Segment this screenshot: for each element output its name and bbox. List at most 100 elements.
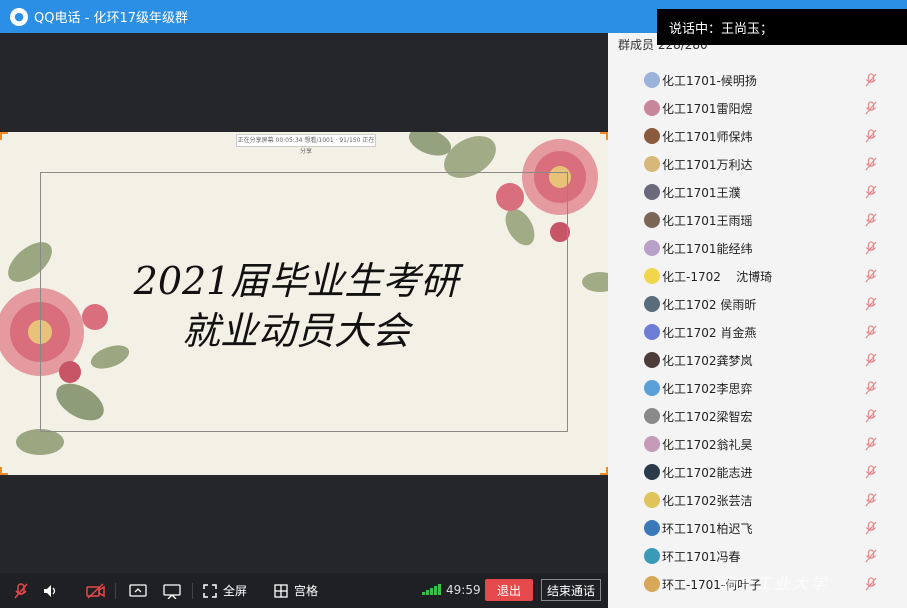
member-name: 环工1701柏迟飞: [662, 521, 753, 536]
member-row[interactable]: 环工1701柏迟飞: [644, 518, 884, 538]
toolbar-divider: [192, 583, 193, 599]
university-watermark: 南京工业大学: [720, 574, 829, 593]
avatar: [644, 240, 660, 256]
signal-strength-icon: [422, 583, 441, 595]
end-call-button[interactable]: 结束通话: [541, 579, 601, 601]
avatar: [644, 268, 660, 284]
corner-marker-tr: [600, 132, 608, 140]
muted-mic-icon: [865, 185, 877, 199]
member-name: 化工1702 侯雨昕: [662, 297, 757, 312]
member-row[interactable]: 化工1702 肖金燕: [644, 322, 884, 342]
member-row[interactable]: 化工1702 侯雨昕: [644, 294, 884, 314]
member-name: 化工1702能志进: [662, 465, 753, 480]
avatar: [644, 184, 660, 200]
muted-mic-icon: [865, 353, 877, 367]
grid-icon: [274, 583, 288, 598]
member-name: 化工1702龚梦岚: [662, 353, 753, 368]
grid-label: 宫格: [294, 584, 319, 598]
member-row[interactable]: 化工1702张芸洁: [644, 490, 884, 510]
member-name: 化工1702李思弈: [662, 381, 753, 396]
avatar: [644, 296, 660, 312]
muted-mic-icon: [865, 73, 877, 87]
group-name: 化环17级年级群: [93, 11, 188, 26]
member-row[interactable]: 化工1701万利达: [644, 154, 884, 174]
qq-call-window: ● QQ电话 - 化环17级年级群 说话中：王尚玉； 正在分享屏幕 00:05:…: [0, 0, 907, 608]
member-row[interactable]: 化工1701-候明扬: [644, 70, 884, 90]
muted-mic-icon: [865, 577, 877, 591]
corner-marker-tl: [0, 132, 8, 140]
muted-mic-icon: [865, 549, 877, 563]
member-row[interactable]: 化工1702翁礼昊: [644, 434, 884, 454]
toolbar-divider: [115, 583, 116, 599]
member-row[interactable]: 化工1702能志进: [644, 462, 884, 482]
muted-mic-icon: [865, 101, 877, 115]
member-row[interactable]: 化工1701能经纬: [644, 238, 884, 258]
avatar: [644, 436, 660, 452]
member-panel[interactable]: 群成员 228/280 化工1701-候明扬 化工1701雷阳煜 化工1701师保炜…: [608, 33, 907, 608]
app-name: QQ电话: [34, 11, 81, 26]
muted-mic-icon: [865, 409, 877, 423]
member-name: 化工1701-候明扬: [662, 73, 757, 88]
muted-mic-icon: [865, 129, 877, 143]
mic-muted-icon[interactable]: [11, 581, 31, 601]
member-name: 化工1701师保炜: [662, 129, 753, 144]
grid-view-button[interactable]: 宫格: [274, 582, 318, 599]
member-row[interactable]: 化工1701王雨瑶: [644, 210, 884, 230]
avatar: [644, 156, 660, 172]
speaker-icon[interactable]: [40, 581, 60, 601]
member-row[interactable]: 化工1701王濮: [644, 182, 884, 202]
presentation-icon[interactable]: [162, 581, 182, 601]
qq-logo-icon: ●: [10, 7, 28, 26]
avatar: [644, 352, 660, 368]
call-timer: 49:59: [446, 583, 481, 597]
avatar: [644, 100, 660, 116]
member-name: 化工1701能经纬: [662, 241, 753, 256]
muted-mic-icon: [865, 213, 877, 227]
avatar: [644, 212, 660, 228]
presentation-slide: 正在分享屏幕 00:05:34 想看/1001 · 91/150 正在分享 20…: [0, 132, 608, 475]
muted-mic-icon: [865, 521, 877, 535]
avatar: [644, 380, 660, 396]
member-row[interactable]: 化工1702龚梦岚: [644, 350, 884, 370]
member-row[interactable]: 化工1701雷阳煜: [644, 98, 884, 118]
muted-mic-icon: [865, 437, 877, 451]
muted-mic-icon: [865, 297, 877, 311]
member-row[interactable]: 化工1702梁智宏: [644, 406, 884, 426]
member-name: 化工1701王濮: [662, 185, 741, 200]
avatar: [644, 72, 660, 88]
fullscreen-button[interactable]: 全屏: [203, 582, 247, 599]
title-separator: -: [84, 11, 90, 26]
camera-off-icon[interactable]: [86, 581, 106, 601]
member-name: 化工1702梁智宏: [662, 409, 753, 424]
member-row[interactable]: 化工1701师保炜: [644, 126, 884, 146]
muted-mic-icon: [865, 381, 877, 395]
member-row[interactable]: 化工-1702 沈博琦: [644, 266, 884, 286]
screen-share-icon[interactable]: [128, 581, 148, 601]
slide-title-line1: 2021届毕业生考研: [133, 259, 459, 303]
member-name: 化工1702张芸洁: [662, 493, 753, 508]
speaking-indicator: 说话中：王尚玉；: [657, 9, 907, 45]
muted-mic-icon: [865, 465, 877, 479]
avatar: [644, 492, 660, 508]
shared-screen-area[interactable]: 正在分享屏幕 00:05:34 想看/1001 · 91/150 正在分享 20…: [0, 33, 608, 573]
member-row[interactable]: 环工1701冯春: [644, 546, 884, 566]
member-name: 化工1701王雨瑶: [662, 213, 753, 228]
exit-button[interactable]: 退出: [485, 579, 533, 601]
muted-mic-icon: [865, 325, 877, 339]
slide-title-line2: 就业动员大会: [181, 309, 410, 353]
fullscreen-icon: [203, 583, 217, 598]
muted-mic-icon: [865, 241, 877, 255]
call-toolbar: 全屏 宫格 49:59 退出 结束通话: [0, 573, 608, 608]
member-row[interactable]: 化工1702李思弈: [644, 378, 884, 398]
avatar: [644, 576, 660, 592]
member-name: 化工1702 肖金燕: [662, 325, 757, 340]
avatar: [644, 464, 660, 480]
member-name: 环工1701冯春: [662, 549, 741, 564]
window-title: QQ电话 - 化环17级年级群: [34, 7, 188, 26]
corner-marker-br: [600, 467, 608, 475]
corner-marker-bl: [0, 467, 8, 475]
avatar: [644, 408, 660, 424]
fullscreen-label: 全屏: [223, 584, 248, 598]
member-name: 化工1702翁礼昊: [662, 437, 753, 452]
muted-mic-icon: [865, 157, 877, 171]
